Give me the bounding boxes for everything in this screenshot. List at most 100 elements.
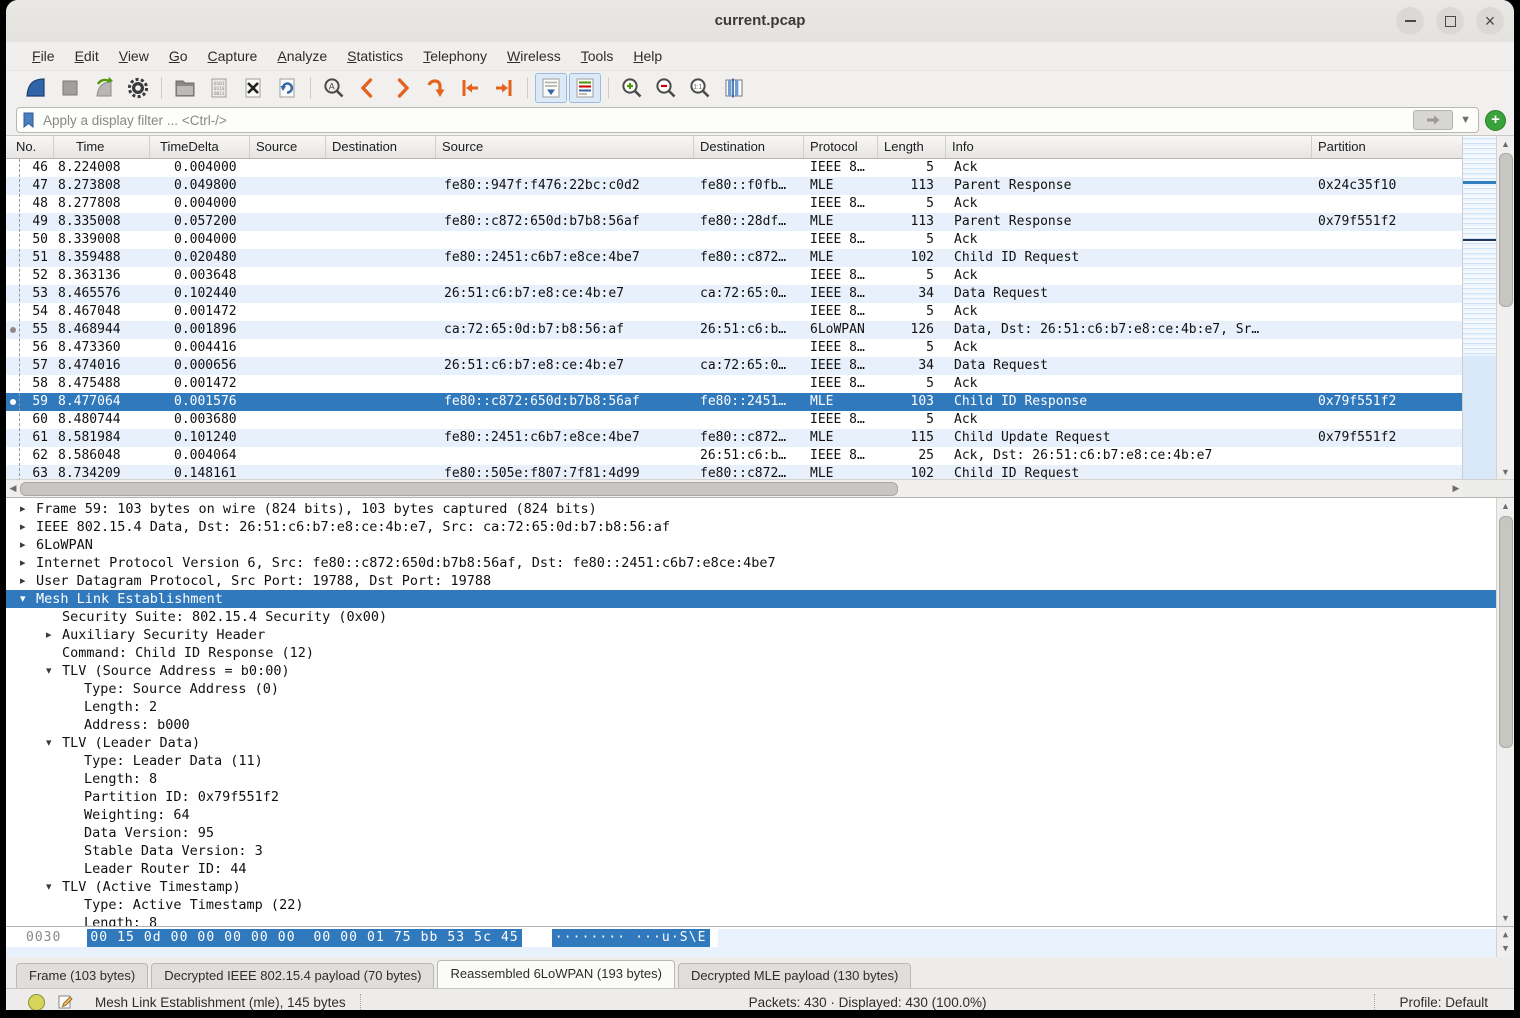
packet-row-57[interactable]: 578.4740160.00065626:51:c6:b7:e8:ce:4b:e… bbox=[6, 357, 1463, 375]
hex-bytes-selected[interactable]: 00 15 0d 00 00 00 00 00 00 00 01 75 bb 5… bbox=[87, 929, 521, 947]
packet-row-58[interactable]: 588.4754880.001472IEEE 8…5Ack bbox=[6, 375, 1463, 393]
zoom-out-button[interactable] bbox=[650, 73, 682, 103]
column-header-partition[interactable]: Partition bbox=[1312, 136, 1463, 158]
detail-line-20[interactable]: Leader Router ID: 44 bbox=[6, 860, 1497, 878]
close-button[interactable]: × bbox=[1476, 7, 1504, 35]
column-header-protocol[interactable]: Protocol bbox=[804, 136, 878, 158]
column-header-source[interactable]: Source bbox=[250, 136, 326, 158]
collapse-arrow-icon[interactable]: ▾ bbox=[20, 590, 26, 608]
menu-capture[interactable]: Capture bbox=[198, 45, 268, 67]
packet-row-50[interactable]: 508.3390080.004000IEEE 8…5Ack bbox=[6, 231, 1463, 249]
expand-arrow-icon[interactable]: ▸ bbox=[20, 500, 26, 518]
packet-list-hscrollbar[interactable]: ◀ ▶ bbox=[6, 479, 1463, 497]
packet-row-54[interactable]: 548.4670480.001472IEEE 8…5Ack bbox=[6, 303, 1463, 321]
go-last-button[interactable] bbox=[488, 73, 520, 103]
column-header-source[interactable]: Source bbox=[436, 136, 694, 158]
go-to-packet-button[interactable] bbox=[420, 73, 452, 103]
hscrollbar-thumb[interactable] bbox=[20, 482, 898, 496]
packet-row-51[interactable]: 518.3594880.020480fe80::2451:c6b7:e8ce:4… bbox=[6, 249, 1463, 267]
find-packet-button[interactable]: A bbox=[318, 73, 350, 103]
reload-file-button[interactable] bbox=[271, 73, 303, 103]
column-header-timedelta[interactable]: TimeDelta bbox=[150, 136, 250, 158]
expand-arrow-icon[interactable]: ▸ bbox=[20, 518, 26, 536]
capture-comment-icon[interactable] bbox=[57, 994, 73, 1010]
go-back-button[interactable] bbox=[352, 73, 384, 103]
auto-scroll-button[interactable] bbox=[535, 73, 567, 103]
column-header-info[interactable]: Info bbox=[946, 136, 1312, 158]
byte-tab-0[interactable]: Frame (103 bytes) bbox=[16, 963, 148, 988]
filter-dropdown-caret[interactable]: ▼ bbox=[1457, 114, 1474, 126]
column-header-time[interactable]: Time bbox=[54, 136, 150, 158]
byte-tab-1[interactable]: Decrypted IEEE 802.15.4 payload (70 byte… bbox=[151, 963, 434, 988]
detail-line-13[interactable]: ▾TLV (Leader Data) bbox=[6, 734, 1497, 752]
titlebar[interactable]: current.pcap × bbox=[6, 0, 1514, 42]
scroll-up-icon[interactable]: ▲ bbox=[1497, 136, 1514, 152]
scrollbar-thumb[interactable] bbox=[1499, 516, 1513, 748]
expand-arrow-icon[interactable]: ▸ bbox=[46, 626, 52, 644]
expand-arrow-icon[interactable]: ▸ bbox=[20, 554, 26, 572]
menu-view[interactable]: View bbox=[109, 45, 159, 67]
filter-apply-button[interactable] bbox=[1413, 110, 1453, 130]
packet-row-53[interactable]: 538.4655760.10244026:51:c6:b7:e8:ce:4b:e… bbox=[6, 285, 1463, 303]
packet-row-56[interactable]: 568.4733600.004416IEEE 8…5Ack bbox=[6, 339, 1463, 357]
detail-line-3[interactable]: ▸Internet Protocol Version 6, Src: fe80:… bbox=[6, 554, 1497, 572]
packet-row-48[interactable]: 488.2778080.004000IEEE 8…5Ack bbox=[6, 195, 1463, 213]
detail-line-15[interactable]: Length: 8 bbox=[6, 770, 1497, 788]
zoom-in-button[interactable] bbox=[616, 73, 648, 103]
collapse-arrow-icon[interactable]: ▾ bbox=[46, 878, 52, 896]
detail-line-2[interactable]: ▸6LoWPAN bbox=[6, 536, 1497, 554]
detail-line-6[interactable]: Security Suite: 802.15.4 Security (0x00) bbox=[6, 608, 1497, 626]
start-capture-button[interactable] bbox=[20, 73, 52, 103]
menu-tools[interactable]: Tools bbox=[571, 45, 624, 67]
menu-analyze[interactable]: Analyze bbox=[267, 45, 337, 67]
maximize-button[interactable] bbox=[1436, 7, 1464, 35]
packet-row-46[interactable]: 468.2240080.004000IEEE 8…5Ack bbox=[6, 159, 1463, 177]
menu-telephony[interactable]: Telephony bbox=[413, 45, 497, 67]
detail-line-1[interactable]: ▸IEEE 802.15.4 Data, Dst: 26:51:c6:b7:e8… bbox=[6, 518, 1497, 536]
detail-line-0[interactable]: ▸Frame 59: 103 bytes on wire (824 bits),… bbox=[6, 500, 1497, 518]
collapse-arrow-icon[interactable]: ▾ bbox=[46, 734, 52, 752]
go-forward-button[interactable] bbox=[386, 73, 418, 103]
packet-row-62[interactable]: 628.5860480.00406426:51:c6:b…IEEE 8…25Ac… bbox=[6, 447, 1463, 465]
detail-line-21[interactable]: ▾TLV (Active Timestamp) bbox=[6, 878, 1497, 896]
save-file-button[interactable]: 010101100011 bbox=[203, 73, 235, 103]
scroll-down-icon[interactable]: ▼ bbox=[1497, 941, 1514, 957]
packet-minimap[interactable] bbox=[1462, 136, 1497, 480]
close-file-button[interactable] bbox=[237, 73, 269, 103]
packet-row-59[interactable]: 598.4770640.001576fe80::c872:650d:b7b8:5… bbox=[6, 393, 1463, 411]
capture-options-button[interactable] bbox=[122, 73, 154, 103]
scroll-up-icon[interactable]: ▲ bbox=[1497, 498, 1514, 514]
scroll-down-icon[interactable]: ▼ bbox=[1497, 464, 1514, 480]
menu-wireless[interactable]: Wireless bbox=[497, 45, 571, 67]
detail-line-8[interactable]: Command: Child ID Response (12) bbox=[6, 644, 1497, 662]
scrollbar-thumb[interactable] bbox=[1499, 153, 1513, 307]
byte-tab-3[interactable]: Decrypted MLE payload (130 bytes) bbox=[678, 963, 911, 988]
detail-line-17[interactable]: Weighting: 64 bbox=[6, 806, 1497, 824]
display-filter-input[interactable]: Apply a display filter ... <Ctrl-/> ▼ bbox=[16, 107, 1479, 133]
detail-line-12[interactable]: Address: b000 bbox=[6, 716, 1497, 734]
menu-edit[interactable]: Edit bbox=[65, 45, 109, 67]
filter-add-button[interactable]: + bbox=[1485, 110, 1506, 131]
expert-info-icon[interactable] bbox=[28, 994, 45, 1011]
collapse-arrow-icon[interactable]: ▾ bbox=[46, 662, 52, 680]
byte-tab-2[interactable]: Reassembled 6LoWPAN (193 bytes) bbox=[437, 960, 674, 988]
packet-row-60[interactable]: 608.4807440.003680IEEE 8…5Ack bbox=[6, 411, 1463, 429]
bytes-scrollbar[interactable]: ▲ ▼ bbox=[1496, 927, 1514, 957]
packet-row-61[interactable]: 618.5819840.101240fe80::2451:c6b7:e8ce:4… bbox=[6, 429, 1463, 447]
detail-line-16[interactable]: Partition ID: 0x79f551f2 bbox=[6, 788, 1497, 806]
restart-capture-button[interactable] bbox=[88, 73, 120, 103]
column-header-destination[interactable]: Destination bbox=[326, 136, 436, 158]
scroll-right-icon[interactable]: ▶ bbox=[1449, 480, 1463, 497]
detail-line-22[interactable]: Type: Active Timestamp (22) bbox=[6, 896, 1497, 914]
go-first-button[interactable] bbox=[454, 73, 486, 103]
open-file-button[interactable] bbox=[169, 73, 201, 103]
scroll-left-icon[interactable]: ◀ bbox=[6, 480, 20, 497]
menu-statistics[interactable]: Statistics bbox=[337, 45, 413, 67]
packet-row-47[interactable]: 478.2738080.049800fe80::947f:f476:22bc:c… bbox=[6, 177, 1463, 195]
menu-help[interactable]: Help bbox=[623, 45, 672, 67]
menu-file[interactable]: File bbox=[22, 45, 65, 67]
detail-line-5[interactable]: ▾Mesh Link Establishment bbox=[6, 590, 1497, 608]
column-header-destination[interactable]: Destination bbox=[694, 136, 804, 158]
hex-ascii-selected[interactable]: ········ ···u·S\E bbox=[552, 929, 710, 947]
detail-line-7[interactable]: ▸Auxiliary Security Header bbox=[6, 626, 1497, 644]
